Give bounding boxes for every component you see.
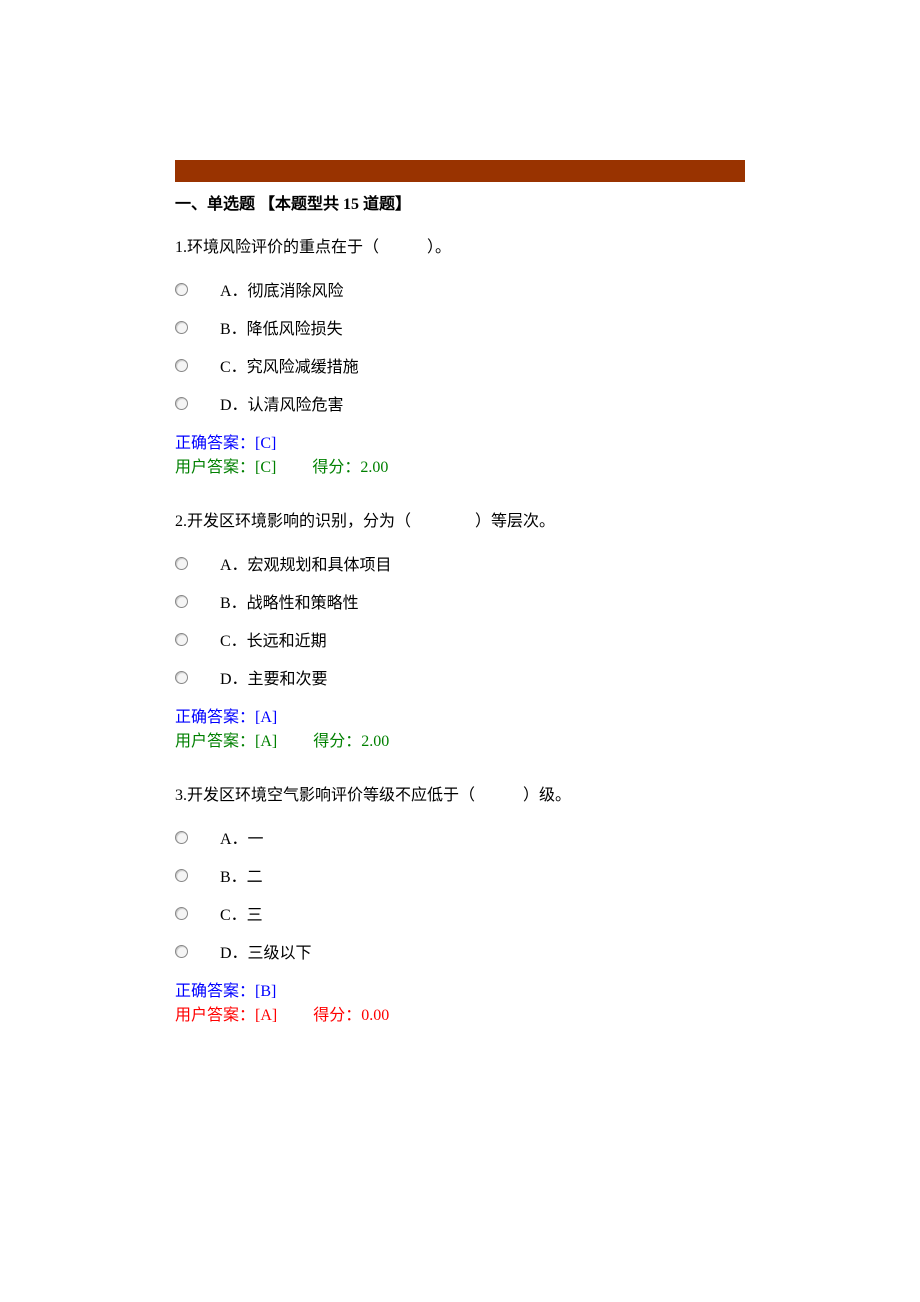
correct-answer: 正确答案：[A]: [175, 706, 745, 730]
radio-button[interactable]: [175, 631, 220, 646]
option-row[interactable]: C．三: [175, 904, 745, 928]
option-row[interactable]: D．主要和次要: [175, 668, 745, 692]
radio-button[interactable]: [175, 943, 220, 958]
spacer: [175, 1038, 745, 1058]
radio-icon: [175, 945, 188, 958]
radio-icon: [175, 283, 188, 296]
score-value: 得分：2.00: [313, 733, 389, 750]
radio-button[interactable]: [175, 281, 220, 296]
question-text: 1.环境风险评价的重点在于（ ）。: [175, 236, 745, 260]
header-bar: [175, 160, 745, 182]
radio-icon: [175, 671, 188, 684]
question: 2.开发区环境影响的识别，分为（ ）等层次。 A．宏观规划和具体项目 B．战略性和策…: [175, 510, 745, 754]
user-answer: 用户答案：[C]得分：2.00: [175, 456, 745, 480]
radio-button[interactable]: [175, 829, 220, 844]
option-row[interactable]: C．长远和近期: [175, 630, 745, 654]
score-value: 得分：0.00: [313, 1007, 389, 1024]
option-row[interactable]: B．降低风险损失: [175, 318, 745, 342]
spacer: [175, 490, 745, 510]
option-row[interactable]: D．三级以下: [175, 942, 745, 966]
radio-icon: [175, 831, 188, 844]
radio-icon: [175, 907, 188, 920]
questions-container: 1.环境风险评价的重点在于（ ）。 A．彻底消除风险 B．降低风险损失 C．究风险减缓…: [175, 236, 745, 1058]
radio-button[interactable]: [175, 669, 220, 684]
radio-icon: [175, 595, 188, 608]
option-text: B．战略性和策略性: [220, 592, 745, 616]
option-text: D．三级以下: [220, 942, 745, 966]
option-text: C．长远和近期: [220, 630, 745, 654]
question-text: 2.开发区环境影响的识别，分为（ ）等层次。: [175, 510, 745, 534]
option-text: D．认清风险危害: [220, 394, 745, 418]
option-row[interactable]: D．认清风险危害: [175, 394, 745, 418]
radio-icon: [175, 359, 188, 372]
question-text: 3.开发区环境空气影响评价等级不应低于（ ）级。: [175, 784, 745, 808]
option-row[interactable]: A．宏观规划和具体项目: [175, 554, 745, 578]
option-text: D．主要和次要: [220, 668, 745, 692]
option-text: B．二: [220, 866, 745, 890]
option-row[interactable]: A．彻底消除风险: [175, 280, 745, 304]
option-text: C．三: [220, 904, 745, 928]
radio-button[interactable]: [175, 357, 220, 372]
option-text: B．降低风险损失: [220, 318, 745, 342]
radio-button[interactable]: [175, 319, 220, 334]
option-text: A．一: [220, 828, 745, 852]
radio-button[interactable]: [175, 905, 220, 920]
spacer: [175, 764, 745, 784]
option-text: C．究风险减缓措施: [220, 356, 745, 380]
correct-answer: 正确答案：[B]: [175, 980, 745, 1004]
option-row[interactable]: B．二: [175, 866, 745, 890]
radio-button[interactable]: [175, 593, 220, 608]
radio-icon: [175, 633, 188, 646]
radio-button[interactable]: [175, 395, 220, 410]
radio-button[interactable]: [175, 555, 220, 570]
score-value: 得分：2.00: [312, 459, 388, 476]
section-title: 一、单选题 【本题型共 15 道题】: [175, 190, 745, 214]
correct-answer: 正确答案：[C]: [175, 432, 745, 456]
option-text: A．彻底消除风险: [220, 280, 745, 304]
radio-button[interactable]: [175, 867, 220, 882]
user-answer: 用户答案：[A]得分：2.00: [175, 730, 745, 754]
radio-icon: [175, 557, 188, 570]
document-page: 一、单选题 【本题型共 15 道题】 1.环境风险评价的重点在于（ ）。 A．彻底…: [0, 0, 920, 1118]
option-text: A．宏观规划和具体项目: [220, 554, 745, 578]
radio-icon: [175, 321, 188, 334]
user-answer: 用户答案：[A]得分：0.00: [175, 1004, 745, 1028]
radio-icon: [175, 869, 188, 882]
option-row[interactable]: A．一: [175, 828, 745, 852]
question: 1.环境风险评价的重点在于（ ）。 A．彻底消除风险 B．降低风险损失 C．究风险减缓…: [175, 236, 745, 480]
question: 3.开发区环境空气影响评价等级不应低于（ ）级。 A．一 B．二 C．三 D．三级以下正…: [175, 784, 745, 1028]
option-row[interactable]: C．究风险减缓措施: [175, 356, 745, 380]
radio-icon: [175, 397, 188, 410]
option-row[interactable]: B．战略性和策略性: [175, 592, 745, 616]
